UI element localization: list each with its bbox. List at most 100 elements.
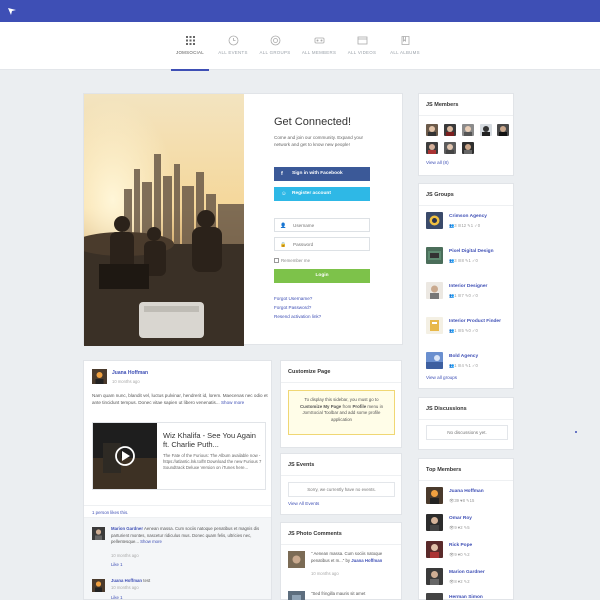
- username-field: 👤: [274, 218, 370, 232]
- nav-label: ALL MEMBERS: [301, 50, 337, 55]
- lock-icon: 🔒: [280, 241, 287, 248]
- divider: [419, 205, 513, 206]
- photo-comment-author[interactable]: Juana Hoffman: [351, 558, 382, 563]
- avatar[interactable]: [92, 579, 105, 592]
- forgot-username-link[interactable]: Forgot Username?: [274, 296, 312, 301]
- member-name[interactable]: Rick Pope: [449, 543, 472, 548]
- photo-thumbnail[interactable]: [288, 551, 305, 568]
- group-avatar: [426, 317, 443, 334]
- remember-checkbox[interactable]: [274, 258, 279, 263]
- group-avatar: [426, 247, 443, 264]
- top-member-item[interactable]: Juana Hoffman 👁39 ♥8 ✎15: [426, 487, 510, 507]
- nav-label: ALL GROUPS: [259, 50, 291, 55]
- avatar[interactable]: [462, 124, 474, 136]
- divider: [281, 382, 401, 383]
- top-bar: [0, 0, 600, 22]
- avatar[interactable]: [497, 124, 509, 136]
- video-thumbnail[interactable]: [93, 423, 157, 489]
- comment-like-link[interactable]: Like 1: [111, 562, 122, 567]
- notice-text: To display this sidebar, you must go to: [304, 397, 379, 402]
- group-name[interactable]: Bold Agency: [449, 354, 478, 359]
- likes-bar: 1 person likes this.: [84, 505, 271, 515]
- nav-all-groups[interactable]: ALL GROUPS: [250, 35, 300, 56]
- password-input[interactable]: [293, 238, 367, 250]
- logo-icon[interactable]: [6, 5, 18, 17]
- post-time: 10 months ago: [112, 379, 140, 384]
- avatar[interactable]: [462, 142, 474, 154]
- user-icon: ☺: [281, 191, 287, 197]
- comment-like: Like 1: [92, 562, 268, 572]
- photo-thumbnail[interactable]: [288, 591, 305, 600]
- remember-label: Remember me: [281, 258, 311, 263]
- forgot-password-link[interactable]: Forgot Password?: [274, 305, 311, 310]
- avatar[interactable]: [92, 369, 107, 384]
- facebook-icon: f: [281, 171, 283, 177]
- discussions-widget: JS Discussions No discussions yet.: [418, 397, 514, 450]
- member-stats: 👁39 ♥8 ✎15: [449, 498, 475, 503]
- facebook-signin-button[interactable]: f Sign in with Facebook: [274, 167, 370, 181]
- customize-page-widget: Customize Page To display this sidebar, …: [280, 360, 402, 448]
- notice-bold: Customize My Page: [299, 403, 342, 409]
- avatar[interactable]: [426, 124, 438, 136]
- likes-count[interactable]: 1 person likes this.: [92, 510, 128, 515]
- photo-comment-text: "Sed fringilla mauris sit amet: [311, 591, 366, 596]
- hero-photo: [84, 94, 244, 346]
- hero-intro: Come and join our community. Expand your…: [274, 135, 364, 147]
- nav-all-albums[interactable]: ALL ALBUMS: [380, 35, 430, 56]
- post-text: Nam quam nunc, blandit vel, luctus pulvi…: [92, 393, 268, 407]
- group-name[interactable]: Pixel Digital Design: [449, 249, 494, 254]
- groups-view-all-link[interactable]: View all groups: [426, 375, 457, 380]
- member-name[interactable]: Omar Roy: [449, 516, 472, 521]
- avatar[interactable]: [480, 124, 492, 136]
- grid-icon: [185, 36, 195, 45]
- nav-label: ALL VIDEOS: [347, 50, 377, 55]
- top-member-item[interactable]: Herman Simon: [426, 593, 510, 600]
- show-more-link[interactable]: Show more: [221, 400, 244, 405]
- group-name[interactable]: Crimson Agency: [449, 214, 487, 219]
- top-member-item[interactable]: Rick Pope 👁9 ♥0 ✎2: [426, 541, 510, 561]
- group-avatar: [426, 352, 443, 369]
- comment-author[interactable]: Marion Gardner: [111, 526, 143, 531]
- photo-comment: "Sed fringilla mauris sit amet: [288, 591, 398, 600]
- activity-post: Juana Hoffman 10 months ago Nam quam nun…: [83, 360, 272, 600]
- member-name[interactable]: Herman Simon: [449, 595, 483, 600]
- top-member-item[interactable]: Omar Roy 👁9 ♥2 ✎5: [426, 514, 510, 534]
- post-author[interactable]: Juana Hoffman: [112, 370, 148, 376]
- events-view-all-link[interactable]: View All Events: [288, 501, 319, 506]
- comment-like-link[interactable]: Like 1: [111, 595, 122, 600]
- group-stats: 👥3 ☰8 ✎1 ✓0: [449, 258, 478, 263]
- avatar: [426, 514, 443, 531]
- avatar[interactable]: [426, 142, 438, 154]
- username-input[interactable]: [293, 219, 367, 231]
- comments-section: Marion Gardner Aenean massa. Cum sociis …: [84, 517, 271, 600]
- group-item[interactable]: Interior Designer 👥1 ☰7 ✎0 ✓0: [426, 282, 510, 302]
- notice-bold: Profile: [352, 403, 367, 409]
- group-name[interactable]: Interior Designer: [449, 284, 487, 289]
- comment: Juana Hoffman test 10 months ago Like 1: [92, 577, 268, 600]
- member-name[interactable]: Juana Hoffman: [449, 489, 484, 494]
- remember-me[interactable]: Remember me: [274, 258, 310, 263]
- show-more-link[interactable]: Show more: [140, 539, 162, 544]
- group-name[interactable]: Interior Product Finder: [449, 319, 501, 324]
- video-title[interactable]: Wiz Khalifa - See You Again ft. Charlie …: [163, 431, 263, 449]
- group-item[interactable]: Interior Product Finder 👥1 ☰5 ✎0 ✓0: [426, 317, 510, 337]
- events-widget: JS Events Sorry, we currently have no ev…: [280, 453, 402, 515]
- resend-activation-link[interactable]: Resend activation link?: [274, 314, 321, 319]
- notice-text: from: [342, 403, 352, 409]
- video-embed[interactable]: Wiz Khalifa - See You Again ft. Charlie …: [92, 422, 266, 490]
- avatar[interactable]: [444, 124, 456, 136]
- group-item[interactable]: Pixel Digital Design 👥3 ☰8 ✎1 ✓0: [426, 247, 510, 267]
- members-view-all-link[interactable]: View all (8): [426, 160, 449, 165]
- avatar[interactable]: [92, 527, 105, 540]
- top-member-item[interactable]: Marion Gardner 👁8 ♥2 ✎2: [426, 568, 510, 588]
- customize-title: Customize Page: [288, 369, 331, 375]
- login-button[interactable]: Login: [274, 269, 370, 283]
- group-item[interactable]: Bold Agency 👥1 ☰4 ✎1 ✓0: [426, 352, 510, 372]
- register-button[interactable]: ☺ Register account: [274, 187, 370, 201]
- comment-author[interactable]: Juana Hoffman: [111, 578, 142, 583]
- photo-comment-time: 10 months ago: [311, 571, 339, 576]
- member-name[interactable]: Marion Gardner: [449, 570, 485, 575]
- password-field: 🔒: [274, 237, 370, 251]
- group-item[interactable]: Crimson Agency 👥3 ☰12 ✎1 ✓0: [426, 212, 510, 232]
- avatar[interactable]: [444, 142, 456, 154]
